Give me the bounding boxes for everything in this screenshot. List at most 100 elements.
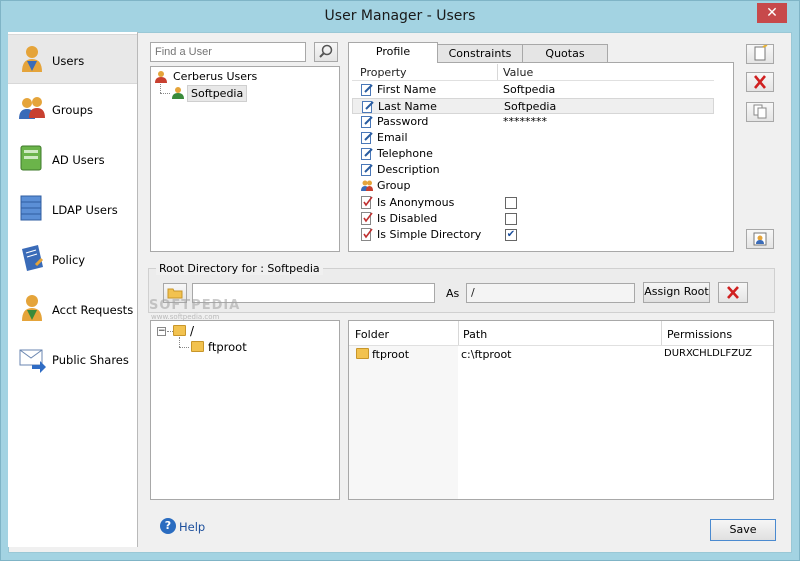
column-divider [497,64,498,80]
title-bar[interactable]: User Manager - Users ✕ [0,0,800,32]
edit-icon [361,132,373,144]
tree-node-ftproot[interactable]: ftproot [208,340,247,354]
directory-tree: − / ftproot [150,320,340,500]
edit-icon [361,116,373,128]
property-row-telephone[interactable]: Telephone [352,146,714,162]
property-row-email[interactable]: Email [352,130,714,146]
add-user-button[interactable] [746,44,774,64]
folders-table: Folder Path Permissions ftproot c:\ftpro… [348,320,774,500]
sidebar-item-label: LDAP Users [52,203,118,217]
watermark-text: SOFTPEDIA [149,298,241,313]
window-title: User Manager - Users [324,8,476,24]
edit-icon [361,148,373,160]
column-header-path: Path [463,328,488,341]
table-row[interactable]: ftproot c:\ftproot DURXCHLDLFZUZ [349,346,773,362]
sidebar: Users Groups AD Users LDAP Users Policy … [8,32,138,547]
sidebar-item-ldap-users[interactable]: LDAP Users [8,184,137,234]
tree-node-softpedia[interactable]: Softpedia [187,85,248,102]
save-button[interactable]: Save [710,519,776,541]
copy-user-button[interactable] [746,102,774,122]
property-row-password[interactable]: Password ******** [352,114,714,130]
assign-root-button[interactable]: Assign Root [643,282,710,303]
as-label: As [446,287,460,300]
copy-icon [753,104,767,119]
table-header: Folder Path Permissions [349,321,773,346]
cell-path: c:\ftproot [461,348,512,361]
users-root-icon [155,71,167,83]
search-input[interactable] [150,42,306,62]
property-row-description[interactable]: Description [352,162,714,178]
property-row-is-disabled[interactable]: Is Disabled [352,211,714,227]
sidebar-item-groups[interactable]: Groups [8,84,137,134]
is-simple-directory-checkbox[interactable]: ✔ [505,229,517,241]
tree-connector [160,93,170,94]
tab-constraints[interactable]: Constraints [437,44,523,63]
as-path-field[interactable]: / [466,283,635,303]
root-directory-label: Root Directory for : Softpedia [156,262,323,275]
column-header-folder: Folder [355,328,389,341]
property-row-first-name[interactable]: First Name Softpedia [352,82,714,98]
column-header-value: Value [503,66,534,79]
tree-connector [160,84,161,93]
property-row-is-simple-directory[interactable]: Is Simple Directory ✔ [352,227,714,243]
column-divider [458,321,459,345]
groups-icon [19,97,45,119]
sidebar-item-policy[interactable]: Policy [8,234,137,284]
sidebar-item-ad-users[interactable]: AD Users [8,134,137,184]
public-shares-icon [19,349,46,373]
column-header-permissions: Permissions [667,328,733,341]
property-name: Telephone [377,147,433,160]
property-row-last-name[interactable]: Last Name Softpedia [352,98,714,114]
folder-icon [191,341,204,352]
property-name: Group [377,179,411,192]
sidebar-item-public-shares[interactable]: Public Shares [8,334,137,384]
cell-permissions: DURXCHLDLFZUZ [664,348,753,359]
property-row-is-anonymous[interactable]: Is Anonymous [352,195,714,211]
acct-requests-icon [22,295,42,321]
tree-root-label[interactable]: / [190,324,194,338]
sidebar-item-label: Groups [52,103,94,117]
property-row-group[interactable]: Group [352,178,714,194]
user-lock-icon [753,232,767,246]
property-name: Last Name [378,100,437,113]
sidebar-item-users[interactable]: Users [8,34,137,84]
delete-user-button[interactable] [746,72,774,92]
property-name: Description [377,163,440,176]
user-icon [172,87,184,99]
help-link[interactable]: Help [179,520,205,534]
sidebar-item-label: Acct Requests [52,303,134,317]
property-value[interactable]: Softpedia [504,100,556,113]
checklist-icon [361,228,373,241]
sidebar-item-label: AD Users [52,153,105,167]
folder-column-bg [349,346,458,499]
edit-icon [361,84,373,96]
edit-icon [361,164,373,176]
is-anonymous-checkbox[interactable] [505,197,517,209]
column-header-property: Property [360,66,407,79]
collapse-toggle[interactable]: − [157,327,166,336]
ad-users-icon [20,145,42,171]
property-name: Is Anonymous [377,196,455,209]
delete-icon [754,75,766,89]
checklist-icon [361,212,373,225]
edit-icon [362,101,374,113]
search-button[interactable] [314,42,338,62]
tree-root-label[interactable]: Cerberus Users [173,70,257,83]
property-value[interactable]: Softpedia [503,83,555,96]
tab-profile[interactable]: Profile [348,42,438,63]
tab-quotas[interactable]: Quotas [522,44,608,63]
property-value[interactable]: ******** [503,115,547,128]
tree-connector [179,347,189,348]
cell-folder: ftproot [372,348,410,361]
sidebar-item-acct-requests[interactable]: Acct Requests [8,284,137,334]
folder-icon [173,325,186,336]
close-button[interactable]: ✕ [757,3,787,23]
column-divider [661,321,662,345]
is-disabled-checkbox[interactable] [505,213,517,225]
new-document-icon [754,44,768,61]
remove-root-button[interactable] [718,282,748,303]
ldap-users-icon [20,195,42,221]
policy-icon [22,245,44,271]
user-permissions-button[interactable] [746,229,774,249]
help-icon[interactable]: ? [160,518,176,534]
